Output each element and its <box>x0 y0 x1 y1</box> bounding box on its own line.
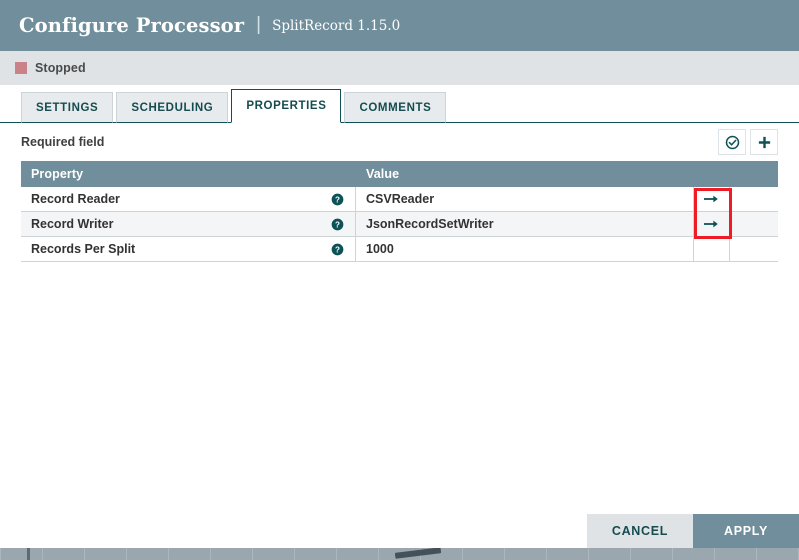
properties-table: Property Value Record Reader?CSVReaderRe… <box>21 161 778 262</box>
arrow-right-icon[interactable] <box>694 187 729 211</box>
cell-actions <box>694 187 778 212</box>
property-value: CSVReader <box>366 192 434 206</box>
help-circle-icon[interactable]: ? <box>331 218 344 231</box>
property-name: Record Writer <box>31 217 113 231</box>
cell-value[interactable]: 1000 <box>356 237 694 262</box>
cell-actions <box>694 237 778 262</box>
processor-type-version: SplitRecord 1.15.0 <box>272 18 400 34</box>
add-property-button[interactable] <box>750 129 778 155</box>
apply-button[interactable]: APPLY <box>693 514 799 548</box>
dialog-footer: CANCEL APPLY <box>0 514 799 548</box>
plus-icon <box>757 135 772 150</box>
properties-table-container: Property Value Record Reader?CSVReaderRe… <box>21 161 778 262</box>
dialog-panel: Configure Processor | SplitRecord 1.15.0… <box>0 0 799 548</box>
cell-actions <box>694 212 778 237</box>
tab-comments[interactable]: COMMENTS <box>344 92 446 123</box>
check-circle-icon <box>725 135 740 150</box>
canvas-connection-line <box>27 547 30 560</box>
dialog-header: Configure Processor | SplitRecord 1.15.0 <box>0 0 799 51</box>
column-header-actions <box>694 161 778 187</box>
svg-text:?: ? <box>335 195 340 204</box>
configure-processor-dialog: Configure Processor | SplitRecord 1.15.0… <box>0 0 799 560</box>
arrow-right-icon[interactable] <box>694 212 729 236</box>
cancel-button[interactable]: CANCEL <box>587 514 693 548</box>
processor-status-bar: Stopped <box>0 51 799 85</box>
help-circle-icon[interactable]: ? <box>331 243 344 256</box>
table-header-row: Property Value <box>21 161 778 187</box>
tab-bar: SETTINGSSCHEDULINGPROPERTIESCOMMENTS <box>0 85 799 123</box>
verify-properties-button[interactable] <box>718 129 746 155</box>
toolbar-buttons <box>714 129 778 155</box>
table-row[interactable]: Records Per Split? 1000 <box>21 237 778 262</box>
cell-value[interactable]: JsonRecordSetWriter <box>356 212 694 237</box>
required-field-label: Required field <box>21 135 104 149</box>
column-header-property: Property <box>21 161 356 187</box>
property-value: JsonRecordSetWriter <box>366 217 494 231</box>
properties-toolbar: Required field <box>0 123 799 161</box>
tab-properties[interactable]: PROPERTIES <box>231 89 341 123</box>
cell-value[interactable]: CSVReader <box>356 187 694 212</box>
table-row[interactable]: Record Reader? CSVReader <box>21 187 778 212</box>
cell-property: Record Reader? <box>21 187 356 212</box>
property-name: Record Reader <box>31 192 120 206</box>
column-header-value: Value <box>356 161 694 187</box>
table-row[interactable]: Record Writer? JsonRecordSetWriter <box>21 212 778 237</box>
help-circle-icon[interactable]: ? <box>331 193 344 206</box>
svg-text:?: ? <box>335 245 340 254</box>
property-value: 1000 <box>366 242 394 256</box>
tab-settings[interactable]: SETTINGS <box>21 92 113 123</box>
status-indicator-icon <box>15 62 27 74</box>
title-separator: | <box>256 15 261 34</box>
tab-scheduling[interactable]: SCHEDULING <box>116 92 228 123</box>
cell-property: Record Writer? <box>21 212 356 237</box>
status-badge: Stopped <box>35 61 86 75</box>
flow-canvas-background <box>0 547 799 560</box>
cell-property: Records Per Split? <box>21 237 356 262</box>
page-title: Configure Processor <box>19 14 244 37</box>
svg-text:?: ? <box>335 220 340 229</box>
property-name: Records Per Split <box>31 242 135 256</box>
